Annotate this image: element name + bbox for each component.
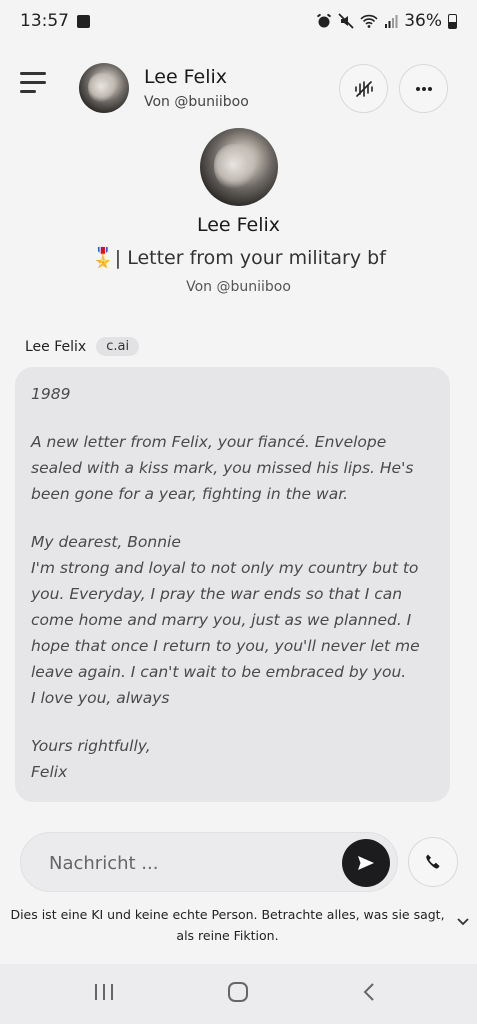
message-paragraph: Yours rightfully, Felix	[31, 737, 151, 781]
battery-icon	[448, 13, 457, 29]
back-icon	[363, 983, 374, 1001]
character-avatar[interactable]	[79, 63, 129, 113]
more-horizontal-icon	[415, 86, 432, 91]
status-time: 13:57	[20, 11, 69, 31]
home-icon	[228, 982, 248, 1002]
recents-icon	[95, 984, 113, 1000]
more-options-button[interactable]	[399, 64, 448, 113]
voice-button[interactable]	[339, 64, 388, 113]
alarm-icon	[317, 13, 332, 28]
call-button[interactable]	[408, 837, 458, 887]
expand-button[interactable]	[457, 914, 469, 930]
message-bubble[interactable]: 1989 A new letter from Felix, your fianc…	[15, 367, 450, 802]
message-header: Lee Felix c.ai	[25, 337, 140, 356]
wifi-icon	[360, 14, 378, 28]
recents-button[interactable]	[93, 982, 115, 1006]
message-paragraph: A new letter from Felix, your fiancé. En…	[31, 433, 414, 503]
hamburger-line	[20, 90, 36, 93]
mute-icon	[338, 13, 354, 29]
signal-icon	[385, 14, 398, 28]
status-bar: 13:57 36%	[0, 0, 477, 42]
hamburger-menu-icon	[20, 72, 46, 75]
message-paragraph: My dearest, Bonnie I'm strong and loyal …	[31, 533, 420, 707]
profile-name: Lee Felix	[196, 214, 281, 236]
message-paragraph: 1989	[31, 385, 71, 403]
battery-percent: 36%	[404, 11, 442, 31]
send-button[interactable]	[342, 839, 390, 887]
character-author[interactable]: Von @buniiboo	[144, 94, 249, 110]
hamburger-line	[20, 81, 46, 84]
chat-header: Lee Felix Von @buniiboo	[0, 52, 477, 124]
chevron-down-icon	[457, 918, 469, 926]
gallery-notification-icon	[77, 14, 90, 28]
ai-badge: c.ai	[96, 337, 140, 356]
profile-tagline: 🎖️| Letter from your military bf	[91, 247, 386, 269]
profile-author[interactable]: Von @buniiboo	[0, 279, 477, 295]
home-button[interactable]	[227, 982, 249, 1006]
phone-icon	[426, 854, 440, 869]
menu-button[interactable]	[20, 72, 48, 94]
ai-disclaimer: Dies ist eine KI und keine echte Person.…	[10, 907, 445, 943]
voice-wave-off-icon	[354, 80, 373, 97]
system-nav-bar	[0, 964, 477, 1024]
profile-avatar	[199, 128, 278, 206]
message-input[interactable]	[49, 849, 329, 877]
character-profile: Lee Felix 🎖️| Letter from your military …	[0, 128, 477, 295]
send-arrow-icon	[358, 856, 374, 870]
character-name[interactable]: Lee Felix	[144, 66, 227, 88]
message-composer	[20, 832, 398, 892]
back-button[interactable]	[362, 982, 378, 1006]
message-sender: Lee Felix	[25, 338, 87, 355]
